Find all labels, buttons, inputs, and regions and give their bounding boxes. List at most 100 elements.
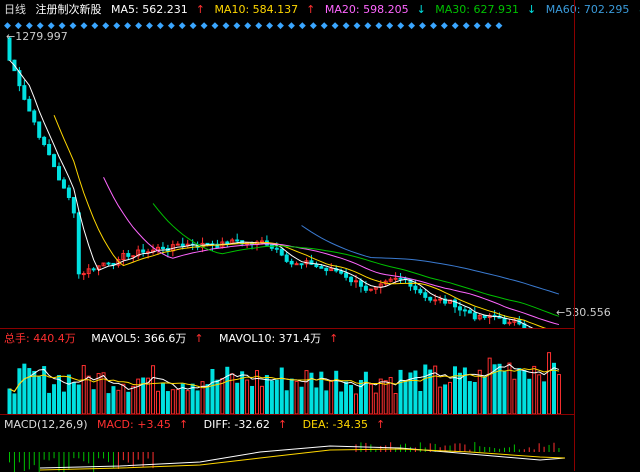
volume-bar bbox=[383, 380, 388, 414]
candle-body bbox=[354, 280, 358, 283]
volume-bar bbox=[274, 379, 279, 414]
volume-bar bbox=[71, 382, 76, 414]
candle-body bbox=[358, 280, 363, 287]
volume-bar bbox=[32, 370, 37, 414]
volume-bar bbox=[215, 379, 220, 414]
volume-bar bbox=[264, 375, 269, 414]
volume-bar bbox=[497, 363, 502, 414]
volume-bar bbox=[438, 386, 443, 414]
candlestick-chart[interactable] bbox=[0, 28, 574, 328]
panel-divider bbox=[0, 328, 574, 329]
candle-body bbox=[457, 306, 462, 311]
candle-body bbox=[462, 309, 467, 312]
right-axis-border bbox=[574, 0, 575, 471]
volume-bar bbox=[111, 386, 116, 414]
candle-body bbox=[71, 196, 76, 214]
volume-bar bbox=[502, 371, 507, 414]
volume-bar bbox=[259, 385, 264, 414]
high-price-label: ←1279.997 bbox=[6, 30, 68, 43]
candle-body bbox=[418, 289, 423, 294]
volume-bar bbox=[393, 392, 398, 414]
volume-bar bbox=[472, 381, 477, 414]
volume-bar bbox=[22, 363, 27, 414]
volume-bar bbox=[537, 374, 542, 414]
volume-bar bbox=[556, 374, 561, 414]
volume-bar bbox=[289, 378, 294, 414]
candle-body bbox=[175, 243, 180, 246]
volume-bar bbox=[517, 368, 522, 414]
macd-readout: MACD: +3.45 ↑ bbox=[97, 418, 189, 431]
candle-body bbox=[324, 267, 329, 272]
volume-bar bbox=[170, 389, 175, 414]
volume-bar bbox=[532, 365, 537, 414]
price-legend: 日线 注册制次新股 MA5: 562.231 ↑ MA10: 584.137 ↑ M… bbox=[4, 3, 640, 17]
volume-bar bbox=[131, 385, 136, 414]
ma60-readout: MA60: 702.295↓ bbox=[545, 3, 640, 16]
ma5-line bbox=[9, 59, 534, 328]
candle-body bbox=[141, 249, 146, 253]
volume-bar bbox=[482, 376, 487, 414]
volume-bar bbox=[175, 389, 180, 414]
candle-body bbox=[438, 298, 443, 301]
volume-bar bbox=[354, 393, 358, 414]
candle-body bbox=[319, 266, 324, 269]
candle-body bbox=[274, 247, 279, 250]
candle-body bbox=[160, 246, 165, 250]
volume-bar bbox=[349, 384, 354, 414]
volume-bar bbox=[126, 391, 131, 414]
candle-body bbox=[363, 285, 368, 291]
macd-legend: MACD(12,26,9) MACD: +3.45 ↑ DIFF: -32.62 ↑… bbox=[4, 418, 397, 432]
candle-body bbox=[398, 277, 403, 280]
volume-bar bbox=[61, 391, 66, 414]
volume-bar bbox=[185, 390, 190, 414]
volume-bar bbox=[467, 381, 472, 414]
mavol5-readout: MAVOL5: 366.6万 ↑ bbox=[91, 332, 204, 345]
volume-bar bbox=[225, 366, 230, 414]
volume-bar bbox=[81, 365, 86, 414]
volume-bar bbox=[552, 362, 556, 414]
ma20-readout: MA20: 598.205 ↓ bbox=[324, 3, 426, 16]
volume-bar bbox=[363, 371, 368, 414]
volume-bar bbox=[106, 393, 111, 414]
volume-chart[interactable] bbox=[0, 346, 574, 414]
candle-body bbox=[180, 243, 185, 247]
candle-body bbox=[294, 263, 299, 266]
candle-body bbox=[47, 144, 52, 156]
macd-title[interactable]: MACD(12,26,9) bbox=[4, 418, 88, 431]
volume-bar bbox=[334, 370, 339, 414]
candle-body bbox=[284, 254, 289, 262]
candle-body bbox=[467, 310, 472, 314]
candle-body bbox=[76, 212, 81, 275]
candle-body bbox=[349, 276, 354, 283]
volume-bar bbox=[42, 366, 47, 414]
candle-body bbox=[393, 277, 398, 280]
volume-bar bbox=[453, 366, 457, 414]
volume-bar bbox=[245, 379, 250, 414]
volume-bar bbox=[373, 392, 378, 414]
low-price-label: ←530.556 bbox=[556, 306, 611, 319]
signal-marker-row: ◆ ◆ ◆ ◆ ◆ ◆ ◆ ◆ ◆ ◆ ◆ ◆ ◆ ◆ ◆ ◆ ◆ ◆ ◆ ◆ ◆ ◆ ◆ ◆ ◆ ◆ ◆ ◆ ◆ ◆ ◆ ◆ ◆ ◆ ◆ ◆ ◆ ◆ ◆ ◆… bbox=[4, 18, 564, 31]
volume-bar bbox=[205, 384, 210, 414]
period-label[interactable]: 日线 bbox=[4, 3, 26, 16]
dea-readout: DEA: -34.35 ↑ bbox=[302, 418, 386, 431]
candle-body bbox=[27, 98, 32, 112]
volume-bar bbox=[378, 378, 383, 414]
volume-bar bbox=[86, 375, 91, 414]
candle-body bbox=[428, 296, 433, 301]
volume-bar bbox=[304, 370, 309, 414]
candle-body bbox=[91, 268, 96, 271]
candle-body bbox=[314, 263, 319, 268]
volume-bar bbox=[443, 384, 448, 414]
macd-chart[interactable] bbox=[0, 432, 574, 472]
ma10-readout: MA10: 584.137 ↑ bbox=[214, 3, 316, 16]
candle-body bbox=[32, 110, 37, 123]
volume-bar bbox=[398, 369, 403, 414]
candle-body bbox=[57, 166, 61, 181]
volume-bar bbox=[294, 380, 299, 414]
volume-bar bbox=[160, 382, 165, 414]
volume-bar bbox=[47, 392, 52, 414]
volume-bar bbox=[116, 389, 121, 414]
volume-bar bbox=[195, 390, 200, 414]
candle-body bbox=[279, 248, 284, 256]
candle-body bbox=[225, 241, 230, 245]
